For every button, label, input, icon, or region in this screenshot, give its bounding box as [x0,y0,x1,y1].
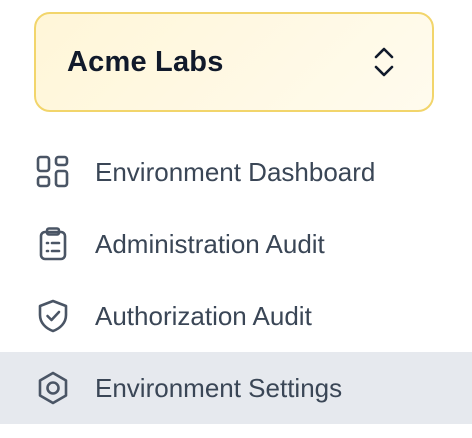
sidebar-item-administration-audit[interactable]: Administration Audit [0,208,472,280]
sidebar-item-label: Environment Dashboard [95,156,376,187]
sidebar-item-environment-settings[interactable]: Environment Settings [0,352,472,424]
sidebar-item-label: Environment Settings [95,372,343,403]
sidebar-item-authorization-audit[interactable]: Authorization Audit [0,280,472,352]
dashboard-grid-icon [34,153,72,191]
org-switcher-button[interactable]: Acme Labs [34,12,434,112]
shield-check-icon [34,297,72,335]
sidebar: Acme Labs Environment Dashboard Administ… [0,0,472,438]
sidebar-item-label: Authorization Audit [95,300,312,331]
sidebar-item-label: Administration Audit [95,228,325,259]
sidebar-item-environment-dashboard[interactable]: Environment Dashboard [0,136,472,208]
settings-hexagon-icon [34,369,72,407]
clipboard-list-icon [34,225,72,263]
org-name: Acme Labs [67,45,224,78]
sidebar-nav: Environment Dashboard Administration Aud… [0,136,472,424]
chevron-up-down-icon [372,45,396,79]
